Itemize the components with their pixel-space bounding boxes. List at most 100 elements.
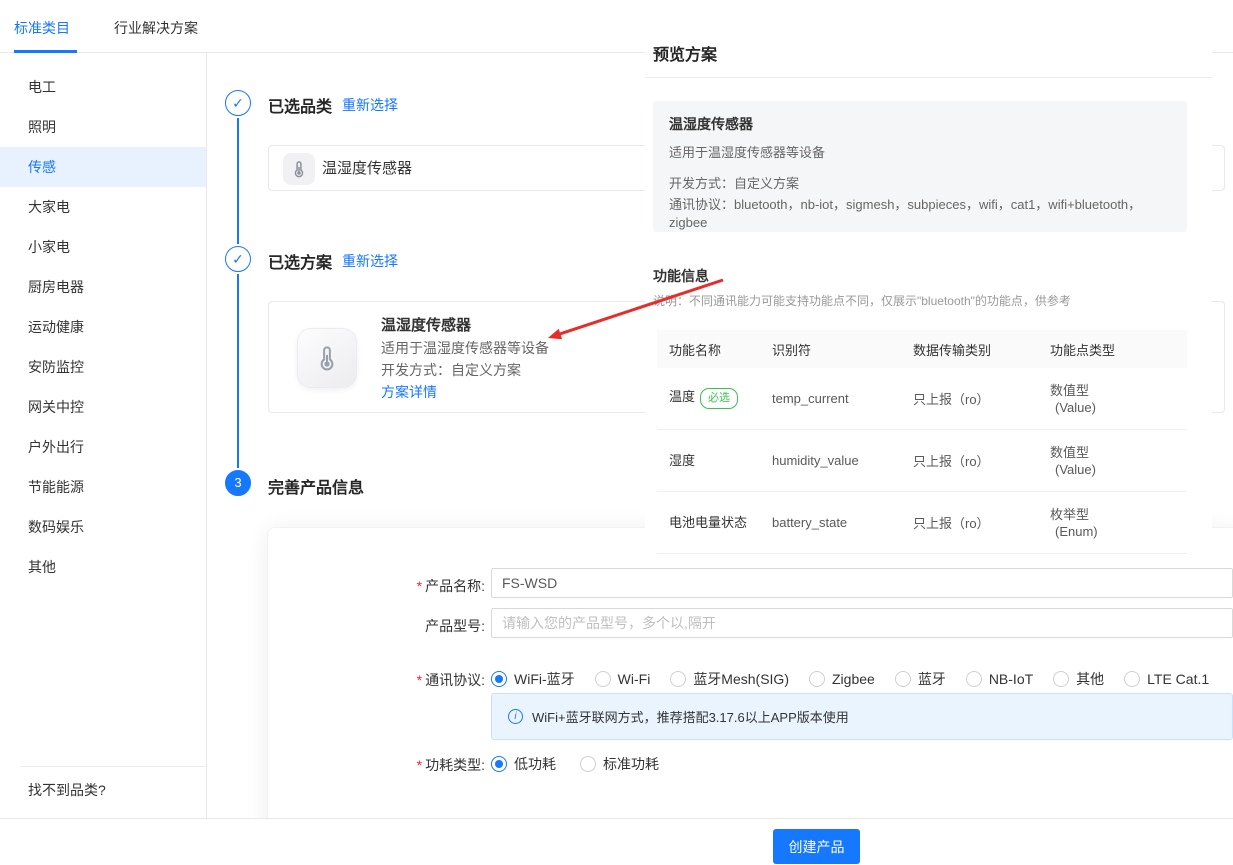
radio-circle-icon: [966, 671, 982, 687]
protocol-hint-box: i WiFi+蓝牙联网方式，推荐搭配3.17.6以上APP版本使用: [491, 693, 1233, 740]
function-type: 数值型(Value): [1038, 444, 1187, 478]
preview-solution-name: 温湿度传感器: [669, 115, 1171, 133]
step-connector-2: [237, 274, 239, 468]
radio-circle-icon: [580, 756, 596, 772]
function-name: 电池电量状态: [657, 514, 760, 531]
radio-low-power[interactable]: 低功耗: [491, 754, 556, 774]
function-info-title: 功能信息: [653, 266, 709, 286]
radio-circle-icon: [595, 671, 611, 687]
radio-wifi[interactable]: Wi-Fi: [595, 671, 651, 687]
thermometer-icon: [283, 153, 315, 185]
function-transfer: 只上报（ro）: [901, 451, 1038, 470]
radio-other[interactable]: 其他: [1053, 669, 1104, 689]
thermometer-icon: [297, 328, 357, 388]
protocol-label: *通讯协议:: [365, 670, 485, 690]
radio-bluetooth[interactable]: 蓝牙: [895, 669, 946, 689]
function-code: humidity_value: [760, 453, 901, 468]
step2-reselect-link[interactable]: 重新选择: [342, 251, 398, 271]
function-code: battery_state: [760, 515, 901, 530]
col-dp-type: 功能点类型: [1038, 340, 1187, 359]
sidebar-item-lighting[interactable]: 照明: [0, 107, 206, 147]
preview-panel-title: 预览方案: [653, 41, 717, 65]
function-transfer: 只上报（ro）: [901, 513, 1038, 532]
function-name: 温度: [669, 389, 695, 404]
sidebar-item-gateway[interactable]: 网关中控: [0, 387, 206, 427]
radio-circle-icon: [809, 671, 825, 687]
sidebar-item-kitchen[interactable]: 厨房电器: [0, 267, 206, 307]
sidebar-item-other[interactable]: 其他: [0, 547, 206, 587]
function-name: 湿度: [657, 452, 760, 469]
sidebar-item-large-appliance[interactable]: 大家电: [0, 187, 206, 227]
sidebar-item-small-appliance[interactable]: 小家电: [0, 227, 206, 267]
cannot-find-category-link[interactable]: 找不到品类?: [28, 780, 106, 800]
protocol-radio-group: WiFi-蓝牙 Wi-Fi 蓝牙Mesh(SIG) Zigbee 蓝牙 NB-I…: [491, 669, 1209, 689]
function-transfer: 只上报（ro）: [901, 389, 1038, 408]
sidebar-item-outdoor[interactable]: 户外出行: [0, 427, 206, 467]
table-row: 湿度 humidity_value 只上报（ro） 数值型(Value): [657, 430, 1187, 492]
col-transfer-type: 数据传输类别: [901, 340, 1038, 359]
solution-info: 温湿度传感器 适用于温湿度传感器等设备 开发方式：自定义方案 方案详情: [381, 315, 549, 403]
preview-solution-desc: 适用于温湿度传感器等设备: [669, 144, 1171, 162]
radio-zigbee[interactable]: Zigbee: [809, 671, 875, 687]
product-name-input[interactable]: [491, 568, 1233, 598]
step-connector-1: [237, 118, 239, 244]
sidebar-item-security[interactable]: 安防监控: [0, 347, 206, 387]
radio-circle-icon: [1053, 671, 1069, 687]
create-product-page: 标准类目 行业解决方案 电工 照明 传感 大家电 小家电 厨房电器 运动健康 安…: [0, 0, 1233, 865]
sidebar-item-entertainment[interactable]: 数码娱乐: [0, 507, 206, 547]
function-type: 数值型(Value): [1038, 382, 1187, 416]
product-model-label: 产品型号:: [365, 616, 485, 636]
category-list: 电工 照明 传感 大家电 小家电 厨房电器 运动健康 安防监控 网关中控 户外出…: [0, 53, 206, 587]
function-table-header: 功能名称 识别符 数据传输类别 功能点类型: [657, 330, 1187, 368]
info-icon: i: [508, 709, 523, 724]
solution-detail-link[interactable]: 方案详情: [381, 381, 549, 403]
solution-desc: 适用于温湿度传感器等设备: [381, 337, 549, 359]
step1-check-icon: ✓: [225, 90, 251, 116]
sidebar-item-energy[interactable]: 节能能源: [0, 467, 206, 507]
radio-bt-mesh[interactable]: 蓝牙Mesh(SIG): [670, 669, 789, 689]
sidebar-item-sensor[interactable]: 传感: [0, 147, 206, 187]
power-type-radio-group: 低功耗 标准功耗: [491, 754, 659, 774]
power-type-label: *功耗类型:: [365, 755, 485, 775]
col-identifier: 识别符: [760, 340, 901, 359]
radio-circle-icon: [1124, 671, 1140, 687]
product-name-label: *产品名称:: [365, 576, 485, 596]
selected-category-name: 温湿度传感器: [322, 146, 412, 192]
product-model-input[interactable]: [491, 608, 1233, 638]
col-function-name: 功能名称: [657, 340, 760, 359]
radio-circle-icon: [670, 671, 686, 687]
radio-circle-icon: [491, 756, 507, 772]
function-code: temp_current: [760, 391, 901, 406]
radio-nbiot[interactable]: NB-IoT: [966, 671, 1033, 687]
radio-circle-icon: [895, 671, 911, 687]
radio-circle-icon: [491, 671, 507, 687]
function-type: 枚举型(Enum): [1038, 506, 1187, 540]
radio-lte-cat1[interactable]: LTE Cat.1: [1124, 671, 1209, 687]
step3-number: 3: [225, 470, 251, 496]
create-product-button[interactable]: 创建产品: [773, 829, 860, 864]
footer-bar: 创建产品: [0, 818, 1233, 865]
preview-solution-summary: 温湿度传感器 适用于温湿度传感器等设备 开发方式：自定义方案 通讯协议：blue…: [653, 101, 1187, 232]
function-table: 功能名称 识别符 数据传输类别 功能点类型 温度必选 temp_current …: [657, 330, 1187, 554]
required-badge: 必选: [700, 388, 738, 409]
sidebar-item-electrical[interactable]: 电工: [0, 67, 206, 107]
solution-dev-mode: 开发方式：自定义方案: [381, 359, 549, 381]
sidebar-item-health[interactable]: 运动健康: [0, 307, 206, 347]
preview-protocols: 通讯协议：bluetooth，nb-iot，sigmesh，subpieces，…: [669, 196, 1171, 232]
required-star: *: [417, 578, 422, 594]
required-star: *: [417, 672, 422, 688]
preview-solution-panel: 预览方案 温湿度传感器 适用于温湿度传感器等设备 开发方式：自定义方案 通讯协议…: [645, 0, 1212, 556]
solution-name: 温湿度传感器: [381, 315, 549, 337]
step1-title: 已选品类: [268, 93, 332, 117]
sidebar-divider: [20, 766, 206, 767]
tab-industry-solution[interactable]: 行业解决方案: [114, 18, 198, 38]
step2-check-icon: ✓: [225, 246, 251, 272]
table-row: 温度必选 temp_current 只上报（ro） 数值型(Value): [657, 368, 1187, 430]
step1-reselect-link[interactable]: 重新选择: [342, 95, 398, 115]
function-info-note: 说明：不同通讯能力可能支持功能点不同，仅展示"bluetooth"的功能点，供参…: [653, 292, 1071, 309]
radio-standard-power[interactable]: 标准功耗: [580, 754, 659, 774]
radio-wifi-bt[interactable]: WiFi-蓝牙: [491, 669, 575, 689]
preview-dev-mode: 开发方式：自定义方案: [669, 175, 1171, 193]
protocol-hint-text: WiFi+蓝牙联网方式，推荐搭配3.17.6以上APP版本使用: [532, 707, 849, 726]
tab-standard-category[interactable]: 标准类目: [14, 18, 70, 38]
